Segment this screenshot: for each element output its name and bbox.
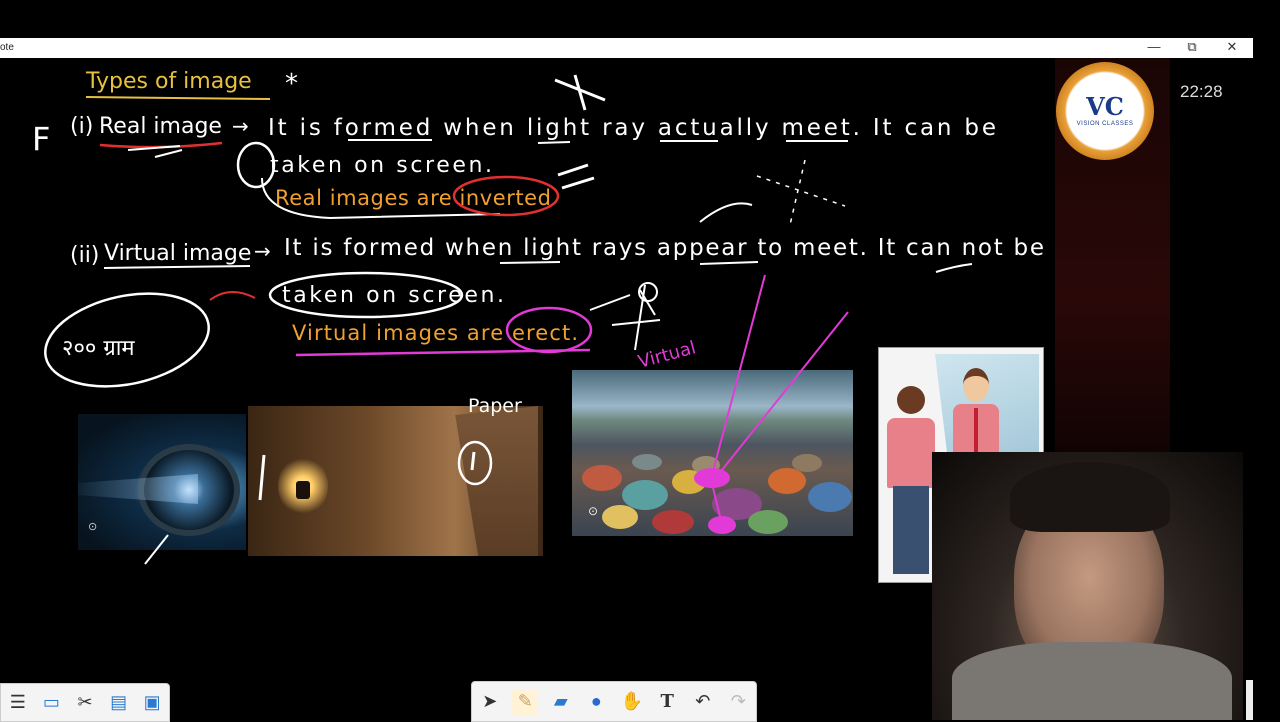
real-line1: It is formed when light ray actually mee… [268, 115, 996, 141]
paper-label: Paper [468, 395, 522, 417]
virtual-line1: It is formed when light rays appear to m… [284, 235, 1044, 261]
scrollbar[interactable] [1246, 680, 1253, 720]
virtual-label: Virtual [636, 337, 698, 373]
redo-icon[interactable]: ↷ [725, 689, 751, 715]
folder-icon[interactable]: ▤ [106, 690, 132, 716]
tools-icon[interactable]: ✂ [72, 690, 98, 716]
virtual-number: (ii) [70, 243, 99, 268]
real-arrow: → [232, 114, 249, 138]
heading-underline [85, 96, 271, 100]
virtual-arrow: → [254, 239, 271, 263]
virtual-term: Virtual image [104, 241, 251, 266]
heading-star: * [285, 69, 298, 99]
undo-icon[interactable]: ↶ [690, 689, 716, 715]
pen-icon[interactable]: ✎ [512, 688, 539, 715]
real-line2: taken on screen. [270, 153, 492, 178]
circle-icon[interactable]: ● [583, 689, 609, 715]
image-icon[interactable]: ▣ [139, 690, 165, 716]
margin-mark: F [32, 120, 50, 158]
webcam-feed [932, 452, 1243, 720]
virtual-line3: Virtual images are erect. [292, 321, 578, 345]
text-icon[interactable]: T [654, 689, 680, 715]
hand-icon[interactable]: ✋ [619, 689, 645, 715]
scribble-circle-text: २०० ग्राम [62, 336, 135, 361]
presenter-hair [1010, 462, 1170, 532]
screen-icon[interactable]: ▭ [38, 690, 64, 716]
left-toolbar: ☰ ▭ ✂ ▤ ▣ [0, 683, 170, 722]
eraser-icon[interactable]: ▰ [548, 689, 574, 715]
cursor-icon[interactable]: ➤ [477, 689, 503, 715]
real-line3: Real images are inverted [275, 186, 551, 210]
drawing-toolbar: ➤ ✎ ▰ ● ✋ T ↶ ↷ [471, 681, 757, 722]
real-term: Real image [99, 114, 222, 139]
menu-icon[interactable]: ☰ [5, 690, 31, 716]
real-number: (i) [70, 114, 93, 139]
virtual-line2: taken on screen. [282, 283, 504, 308]
presenter-sweater [952, 642, 1232, 720]
heading-text: Types of image [85, 69, 252, 94]
